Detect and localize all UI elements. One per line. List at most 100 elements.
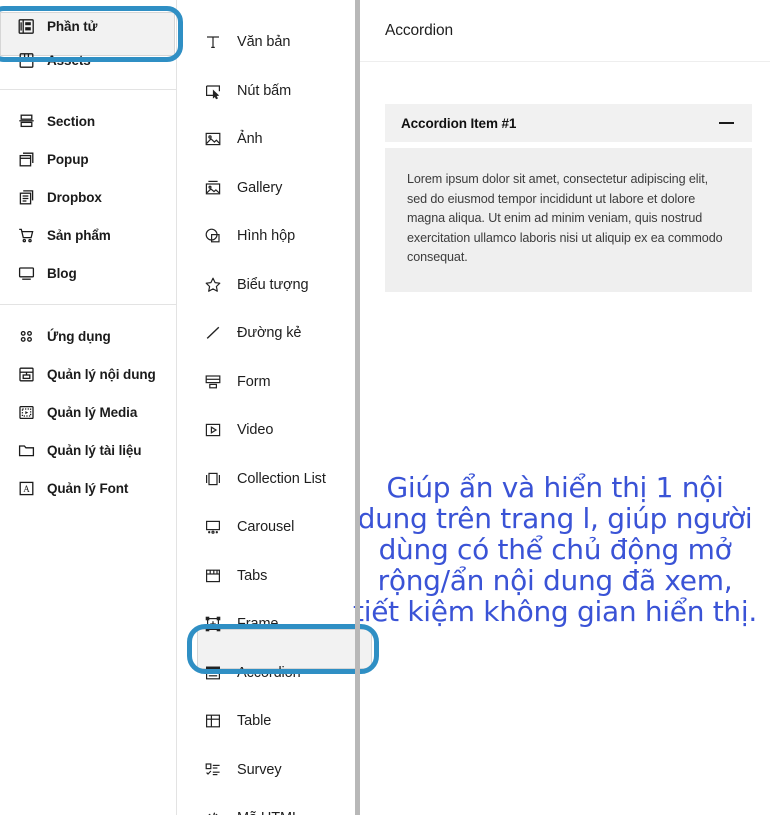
sidebar-item-phan-tu[interactable]: Phần tử (0, 9, 176, 43)
table-icon (203, 712, 222, 731)
code-html-icon (203, 809, 222, 815)
panel-scrollbar[interactable] (355, 0, 360, 815)
sidebar-item-quan-ly-media[interactable]: Quản lý Media (0, 393, 176, 431)
tabs-icon (203, 566, 222, 585)
survey-icon (203, 760, 222, 779)
sidebar-divider-1 (0, 89, 176, 90)
line-icon (203, 324, 222, 343)
element-item-carousel[interactable]: Carousel (177, 503, 355, 552)
content-manager-icon (18, 366, 35, 383)
minus-icon[interactable] (719, 122, 734, 124)
folder-icon (18, 442, 35, 459)
element-item-label: Accordion (237, 664, 301, 681)
element-item-gallery[interactable]: Gallery (177, 164, 355, 213)
sidebar-divider-2 (0, 304, 176, 305)
element-item-van-ban[interactable]: Văn bản (177, 18, 355, 67)
font-icon: A (18, 480, 35, 497)
image-icon (203, 130, 222, 149)
element-item-anh[interactable]: Ảnh (177, 115, 355, 164)
sidebar-item-quan-ly-tai-lieu[interactable]: Quản lý tài liệu (0, 431, 176, 469)
sidebar-group-structure: Section Popup Dropbox Sản phẩm Blog (0, 102, 176, 292)
element-item-survey[interactable]: Survey (177, 746, 355, 795)
sidebar-item-dropbox[interactable]: Dropbox (0, 178, 176, 216)
button-cursor-icon (203, 81, 222, 100)
element-item-label: Carousel (237, 519, 295, 536)
element-item-collection-list[interactable]: Collection List (177, 455, 355, 504)
element-item-accordion[interactable]: Accordion (177, 649, 355, 698)
element-item-label: Frame (237, 616, 279, 633)
elements-panel: Văn bản Nút bấm Ảnh Gallery Hình hộp Biể… (177, 0, 379, 815)
sidebar-group-primary: Phần tử Assets (0, 9, 176, 77)
element-item-frame[interactable]: Frame (177, 600, 355, 649)
gallery-icon (203, 178, 222, 197)
elements-icon (18, 18, 35, 35)
sidebar-item-label: Quản lý Media (47, 404, 138, 420)
sidebar-item-label: Sản phẩm (47, 227, 111, 243)
sidebar-item-section[interactable]: Section (0, 102, 176, 140)
cart-icon (18, 227, 35, 244)
element-item-label: Collection List (237, 470, 326, 487)
app-root: Phần tử Assets Section Popup Dropbox Sản… (0, 0, 770, 815)
accordion-widget: Accordion Item #1 Lorem ipsum dolor sit … (385, 104, 752, 292)
element-item-label: Gallery (237, 179, 283, 196)
element-item-hinh-hop[interactable]: Hình hộp (177, 212, 355, 261)
left-sidebar: Phần tử Assets Section Popup Dropbox Sản… (0, 0, 183, 815)
assets-bookmark-icon (18, 52, 35, 69)
element-item-nut-bam[interactable]: Nút bấm (177, 67, 355, 116)
element-item-tabs[interactable]: Tabs (177, 552, 355, 601)
element-item-label: Nút bấm (237, 82, 292, 99)
popup-icon (18, 151, 35, 168)
svg-text:A: A (23, 484, 30, 494)
sidebar-item-label: Dropbox (47, 189, 102, 205)
sidebar-item-ung-dung[interactable]: Ứng dụng (0, 317, 176, 355)
star-icon (203, 275, 222, 294)
element-item-label: Tabs (237, 567, 268, 584)
collection-list-icon (203, 469, 222, 488)
element-item-label: Đường kẻ (237, 325, 302, 342)
element-item-label: Văn bản (237, 34, 291, 51)
element-item-bieu-tuong[interactable]: Biểu tượng (177, 261, 355, 310)
element-item-label: Biểu tượng (237, 276, 309, 293)
element-item-video[interactable]: Video (177, 406, 355, 455)
monitor-icon (18, 265, 35, 282)
sidebar-item-label: Quản lý tài liệu (47, 442, 142, 458)
sidebar-group-management: Ứng dụng Quản lý nội dung Quản lý Media … (0, 317, 176, 507)
element-item-label: Form (237, 373, 271, 390)
sidebar-item-label: Quản lý nội dung (47, 366, 156, 382)
accordion-item-body: Lorem ipsum dolor sit amet, consectetur … (385, 148, 752, 292)
sidebar-item-label: Quản lý Font (47, 480, 129, 496)
annotation-note: Giúp ẩn và hiển thị 1 nội dung trên tran… (353, 471, 757, 629)
shape-box-icon (203, 227, 222, 246)
sidebar-item-label: Assets (47, 52, 91, 68)
sidebar-item-blog[interactable]: Blog (0, 254, 176, 292)
frame-icon (203, 615, 222, 634)
sidebar-item-san-pham[interactable]: Sản phẩm (0, 216, 176, 254)
dropbox-icon (18, 189, 35, 206)
media-manager-icon (18, 404, 35, 421)
sidebar-item-popup[interactable]: Popup (0, 140, 176, 178)
element-item-form[interactable]: Form (177, 358, 355, 407)
accordion-item-header[interactable]: Accordion Item #1 (385, 104, 752, 142)
apps-grid-icon (18, 328, 35, 345)
element-item-label: Video (237, 422, 274, 439)
sidebar-item-assets[interactable]: Assets (0, 43, 176, 77)
sidebar-item-label: Popup (47, 151, 89, 167)
carousel-icon (203, 518, 222, 537)
element-item-label: Mã HTML (237, 810, 300, 815)
element-item-ma-html[interactable]: Mã HTML (177, 794, 355, 815)
accordion-item-title: Accordion Item #1 (401, 115, 517, 131)
sidebar-item-quan-ly-noi-dung[interactable]: Quản lý nội dung (0, 355, 176, 393)
element-item-label: Ảnh (237, 131, 263, 148)
form-icon (203, 372, 222, 391)
preview-panel: Accordion Accordion Item #1 Lorem ipsum … (353, 0, 770, 815)
sidebar-item-quan-ly-font[interactable]: A Quản lý Font (0, 469, 176, 507)
accordion-icon (203, 663, 222, 682)
text-t-icon (203, 33, 222, 52)
element-item-label: Table (237, 713, 272, 730)
element-item-duong-ke[interactable]: Đường kẻ (177, 309, 355, 358)
sidebar-item-label: Section (47, 113, 96, 129)
sidebar-item-label: Phần tử (47, 18, 98, 34)
video-play-icon (203, 421, 222, 440)
element-item-label: Hình hộp (237, 228, 296, 245)
element-item-table[interactable]: Table (177, 697, 355, 746)
